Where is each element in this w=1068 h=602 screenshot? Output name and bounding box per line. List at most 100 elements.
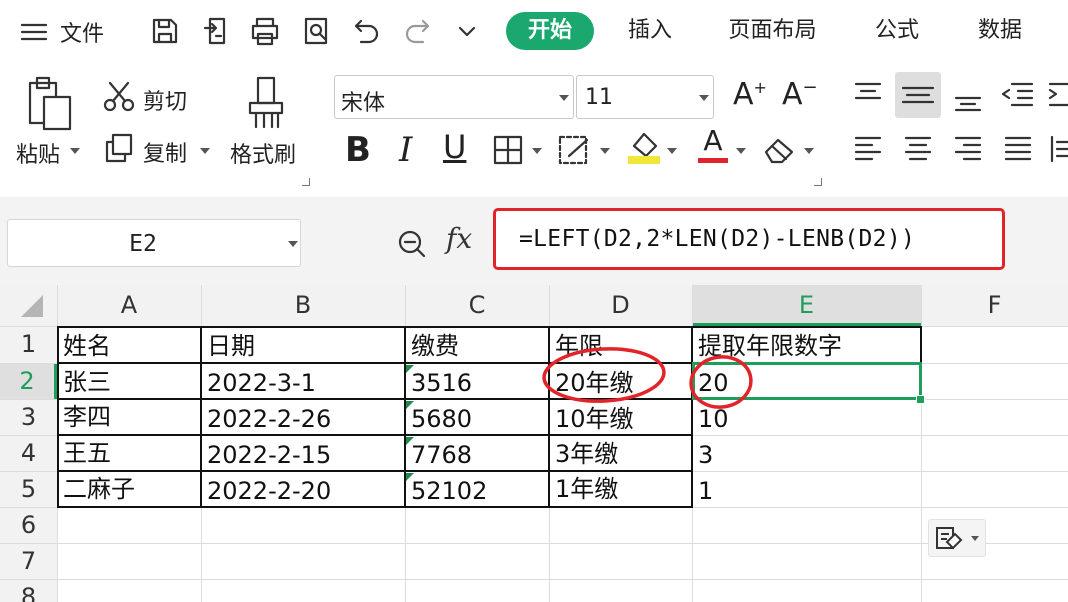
select-all-corner[interactable]	[0, 285, 57, 326]
fill-handle[interactable]	[916, 395, 925, 404]
clear-format-dropdown-icon[interactable]	[804, 148, 814, 154]
print-icon[interactable]	[248, 14, 282, 48]
tab-home[interactable]: 开始	[506, 12, 594, 50]
column-header-a[interactable]: A	[57, 285, 201, 326]
tab-page-layout[interactable]: 页面布局	[715, 12, 830, 50]
redo-icon[interactable]	[400, 14, 434, 48]
export-pdf-icon[interactable]	[200, 14, 234, 48]
paste-label[interactable]: 粘贴	[16, 137, 60, 169]
borders-icon[interactable]	[492, 134, 526, 166]
increase-font-icon[interactable]: A+	[733, 77, 767, 112]
align-center-icon[interactable]	[902, 134, 934, 164]
increase-indent-icon[interactable]	[1046, 80, 1068, 108]
ribbon-home: 粘贴 剪切 复制 格式刷 宋体 11 A+ A− B I U A	[0, 62, 1068, 197]
align-middle-icon[interactable]	[895, 72, 941, 118]
cell-c1[interactable]: 缴费	[406, 327, 548, 363]
copy-icon[interactable]	[103, 132, 135, 164]
clipboard-launcher-icon[interactable]	[302, 178, 310, 186]
name-box-dropdown-icon[interactable]	[288, 241, 298, 247]
align-right-icon[interactable]	[952, 134, 984, 164]
insert-function-icon[interactable]: fx	[446, 222, 472, 255]
row-header-7[interactable]: 7	[0, 543, 57, 579]
cell-b3[interactable]: 2022-2-26	[202, 400, 404, 435]
align-left-icon[interactable]	[852, 134, 884, 164]
column-header-e[interactable]: E	[692, 285, 921, 326]
distributed-align-icon[interactable]	[1049, 134, 1068, 164]
cell-c4[interactable]: 7768	[406, 436, 548, 471]
fill-color-icon[interactable]	[626, 128, 664, 166]
customize-dropdown-icon[interactable]	[450, 14, 484, 48]
menu-bar: 文件 开始 插入 页面布局 公式 数据	[0, 0, 1068, 62]
paste-icon[interactable]	[22, 75, 74, 131]
cell-c5[interactable]: 52102	[406, 472, 548, 507]
row-header-4[interactable]: 4	[0, 435, 57, 471]
cell-a4[interactable]: 王五	[58, 436, 200, 471]
cell-a5[interactable]: 二麻子	[58, 472, 200, 507]
cell-c3[interactable]: 5680	[406, 400, 548, 435]
format-painter-icon[interactable]	[244, 75, 288, 131]
italic-icon[interactable]: I	[399, 130, 412, 170]
cell-a1[interactable]: 姓名	[58, 327, 200, 363]
name-box[interactable]: E2	[7, 219, 301, 267]
formula-input[interactable]: =LEFT(D2,2*LEN(D2)-LENB(D2))	[493, 208, 1005, 270]
cut-label[interactable]: 剪切	[143, 84, 187, 116]
borders-dropdown-icon[interactable]	[532, 148, 542, 154]
justify-icon[interactable]	[1002, 134, 1034, 164]
column-header-b[interactable]: B	[201, 285, 405, 326]
paste-options-button[interactable]	[928, 519, 986, 557]
column-header-f[interactable]: F	[921, 285, 1068, 326]
format-painter-label[interactable]: 格式刷	[230, 137, 296, 169]
row-header-6[interactable]: 6	[0, 507, 57, 543]
cut-icon[interactable]	[102, 80, 136, 112]
underline-icon[interactable]: U	[443, 128, 466, 166]
decrease-font-icon[interactable]: A−	[782, 77, 818, 112]
copy-dropdown-icon[interactable]	[200, 148, 210, 154]
font-color-dropdown-icon[interactable]	[736, 148, 746, 154]
cell-b1[interactable]: 日期	[202, 327, 404, 363]
fill-color-dropdown-icon[interactable]	[667, 148, 677, 154]
file-menu-button[interactable]: 文件	[20, 14, 104, 50]
clear-format-icon[interactable]	[762, 134, 798, 166]
font-color-icon[interactable]: A	[698, 126, 728, 163]
hamburger-icon	[20, 22, 48, 42]
tab-data[interactable]: 数据	[962, 12, 1038, 50]
bold-icon[interactable]: B	[345, 130, 371, 170]
align-bottom-icon[interactable]	[952, 84, 984, 112]
cell-a2[interactable]: 张三	[58, 364, 200, 399]
cell-d5[interactable]: 1年缴	[550, 472, 691, 507]
row-header-3[interactable]: 3	[0, 399, 57, 435]
number-as-text-indicator	[406, 401, 414, 409]
row-header-8[interactable]: 8	[0, 579, 57, 602]
font-launcher-icon[interactable]	[814, 178, 822, 186]
cell-d4[interactable]: 3年缴	[550, 436, 691, 471]
cell-e4[interactable]: 3	[693, 436, 920, 471]
decrease-indent-icon[interactable]	[1000, 80, 1034, 108]
cell-b5[interactable]: 2022-2-20	[202, 472, 404, 507]
undo-icon[interactable]	[350, 14, 384, 48]
row-header-5[interactable]: 5	[0, 471, 57, 507]
align-top-icon[interactable]	[852, 80, 884, 108]
tab-insert[interactable]: 插入	[610, 12, 690, 50]
save-icon[interactable]	[148, 14, 182, 48]
cell-style-icon[interactable]	[557, 134, 593, 166]
column-header-d[interactable]: D	[549, 285, 692, 326]
paste-dropdown-icon[interactable]	[70, 148, 80, 154]
row-header-1[interactable]: 1	[0, 326, 57, 363]
print-preview-icon[interactable]	[300, 14, 334, 48]
font-name-select[interactable]: 宋体	[334, 75, 574, 119]
cell-a3[interactable]: 李四	[58, 400, 200, 435]
copy-label[interactable]: 复制	[143, 136, 187, 168]
font-size-dropdown-icon	[699, 95, 709, 101]
tab-formulas[interactable]: 公式	[862, 12, 932, 50]
row-header-2[interactable]: 2	[0, 363, 57, 399]
cell-style-dropdown-icon[interactable]	[600, 148, 610, 154]
font-size-select[interactable]: 11	[576, 75, 714, 119]
column-header-c[interactable]: C	[405, 285, 549, 326]
cell-c2[interactable]: 3516	[406, 364, 548, 399]
spreadsheet-grid: A B C D E F 1 2 3 4 5 6 7 8 姓名 日期 缴费 年限 …	[0, 285, 1068, 602]
cell-e5[interactable]: 1	[693, 472, 920, 507]
gridline	[0, 579, 1068, 580]
zoom-formula-icon[interactable]	[396, 228, 428, 260]
cell-b2[interactable]: 2022-3-1	[202, 364, 404, 399]
cell-b4[interactable]: 2022-2-15	[202, 436, 404, 471]
